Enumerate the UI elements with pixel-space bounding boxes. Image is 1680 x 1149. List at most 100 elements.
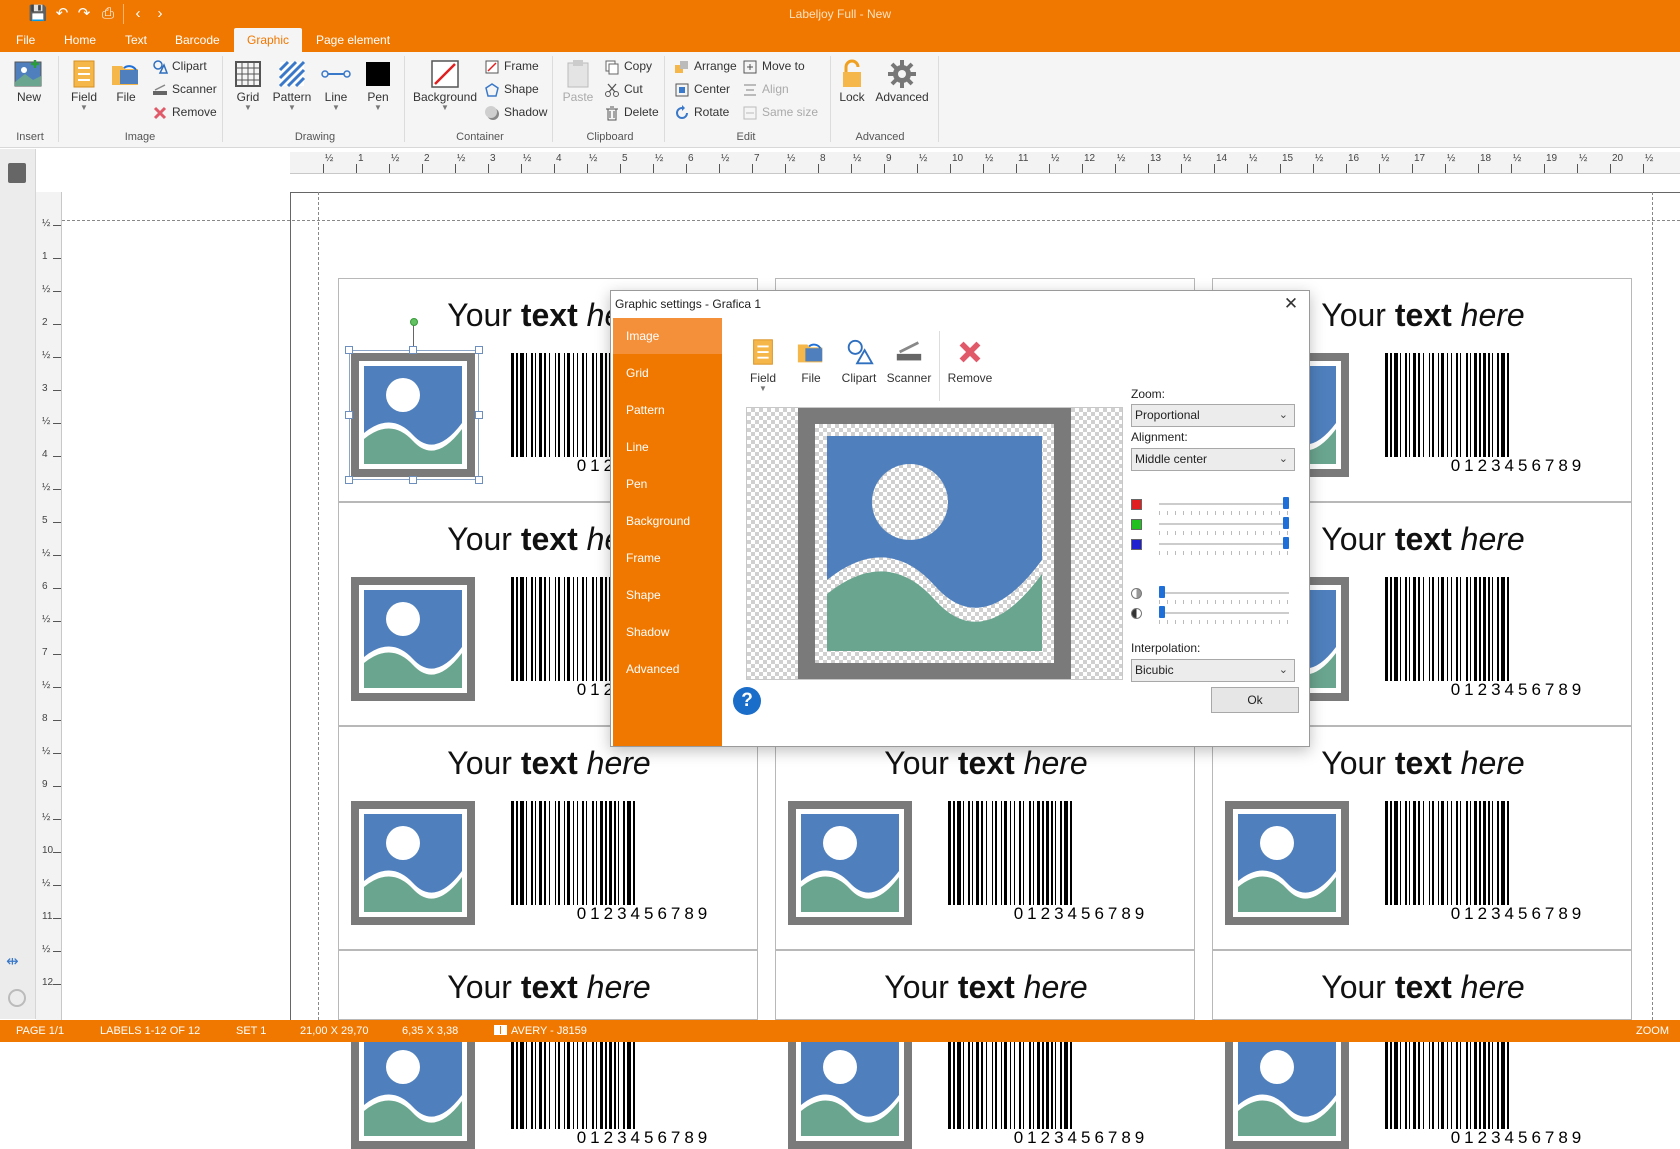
label-text[interactable]: Your text here [1213, 969, 1633, 1006]
dialog-scanner-button[interactable]: Scanner [885, 337, 933, 385]
label-barcode[interactable]: 0123456789 [1385, 577, 1611, 701]
dialog-remove-button[interactable]: Remove [945, 337, 995, 385]
label-image[interactable] [351, 577, 475, 701]
rotate-button[interactable]: Rotate [674, 102, 729, 122]
same-size-button[interactable]: Same size [742, 102, 818, 122]
label-text[interactable]: Your text here [339, 969, 759, 1006]
tab-home[interactable]: Home [54, 28, 106, 52]
resize-handle[interactable] [475, 346, 483, 354]
dialog-clipart-button[interactable]: Clipart [837, 337, 881, 385]
label-text[interactable]: Your text here [776, 745, 1196, 782]
contrast-slider-thumb[interactable] [1159, 606, 1165, 618]
label-image[interactable] [1225, 801, 1349, 925]
resize-handle[interactable] [345, 476, 353, 484]
shape-button[interactable]: Shape [484, 79, 539, 99]
label-text[interactable]: Your text here [339, 745, 759, 782]
label-barcode[interactable]: 0123456789 [1385, 1025, 1611, 1149]
lock-button[interactable]: Lock [834, 58, 870, 104]
label-cell[interactable]: Your text here0123456789 [775, 950, 1195, 1020]
field-button[interactable]: Field ▼ [66, 58, 102, 112]
delete-button[interactable]: Delete [604, 102, 659, 122]
center-button[interactable]: Center [674, 79, 730, 99]
resize-handle[interactable] [409, 476, 417, 484]
plugin-icon[interactable]: ⇹ [6, 954, 28, 969]
alignment-select[interactable]: Middle center ⌄ [1131, 448, 1295, 471]
move-to-button[interactable]: Move to [742, 56, 805, 76]
advanced-button[interactable]: Advanced [874, 58, 930, 104]
resize-handle[interactable] [409, 346, 417, 354]
dialog-nav-shape[interactable]: Shape [613, 577, 722, 613]
new-button[interactable]: New [10, 58, 48, 104]
cut-button[interactable]: Cut [604, 79, 643, 99]
label-cell[interactable]: Your text here 0123456789 [1212, 726, 1632, 950]
shadow-button[interactable]: Shadow [484, 102, 547, 122]
resize-handle[interactable] [345, 411, 353, 419]
brightness-slider-thumb[interactable] [1159, 586, 1165, 598]
ok-button[interactable]: Ok [1211, 687, 1299, 713]
dialog-nav-pattern[interactable]: Pattern [613, 392, 722, 428]
dialog-nav-line[interactable]: Line [613, 429, 722, 465]
tab-page-element[interactable]: Page element [306, 28, 400, 52]
panel-toggle-icon[interactable] [8, 163, 26, 183]
paste-button[interactable]: Paste [560, 58, 596, 104]
resize-handle[interactable] [475, 411, 483, 419]
label-text[interactable]: Your text here [1213, 745, 1633, 782]
selection-box[interactable] [349, 350, 479, 480]
label-cell[interactable]: Your text here0123456789 [1212, 950, 1632, 1020]
dialog-nav-image[interactable]: Image [613, 318, 722, 354]
frame-button[interactable]: Frame [484, 56, 539, 76]
sync-icon[interactable] [8, 989, 26, 1007]
label-barcode[interactable]: 0123456789 [948, 1025, 1174, 1149]
grid-button[interactable]: Grid ▼ [230, 58, 266, 112]
label-image[interactable] [788, 1025, 912, 1149]
dialog-field-button[interactable]: Field ▼ [743, 337, 783, 393]
blue-slider-thumb[interactable] [1283, 537, 1289, 549]
dialog-nav-pen[interactable]: Pen [613, 466, 722, 502]
pen-button[interactable]: Pen ▼ [360, 58, 396, 112]
dialog-nav-advanced[interactable]: Advanced [613, 651, 722, 687]
dialog-nav-background[interactable]: Background [613, 503, 722, 539]
line-button[interactable]: Line ▼ [318, 58, 354, 112]
label-image[interactable] [788, 801, 912, 925]
tab-graphic[interactable]: Graphic [234, 28, 303, 52]
tab-barcode[interactable]: Barcode [165, 28, 230, 52]
resize-handle[interactable] [475, 476, 483, 484]
label-image[interactable] [1225, 1025, 1349, 1149]
dialog-nav-grid[interactable]: Grid [613, 355, 722, 391]
label-image[interactable] [351, 801, 475, 925]
status-template[interactable]: AVERY - J8159 [494, 1020, 587, 1042]
green-slider-thumb[interactable] [1283, 517, 1289, 529]
dialog-nav-shadow[interactable]: Shadow [613, 614, 722, 650]
red-slider-thumb[interactable] [1283, 497, 1289, 509]
tab-file[interactable]: File [6, 28, 45, 52]
zoom-select[interactable]: Proportional ⌄ [1131, 404, 1295, 427]
status-zoom[interactable]: ZOOM [1636, 1020, 1669, 1042]
label-barcode[interactable]: 0123456789 [511, 1025, 737, 1149]
label-cell[interactable]: Your text here 0123456789 [775, 726, 1195, 950]
remove-button[interactable]: Remove [152, 102, 217, 122]
label-image[interactable] [351, 1025, 475, 1149]
dialog-nav-frame[interactable]: Frame [613, 540, 722, 576]
close-button[interactable]: ✕ [1281, 294, 1301, 314]
label-cell[interactable]: Your text here 0123456789 [338, 726, 758, 950]
arrange-button[interactable]: Arrange [674, 56, 737, 76]
clipart-button[interactable]: Clipart [152, 56, 207, 76]
label-barcode[interactable]: 0123456789 [948, 801, 1174, 925]
interpolation-select[interactable]: Bicubic ⌄ [1131, 659, 1295, 682]
rotation-handle[interactable] [410, 318, 418, 326]
align-button[interactable]: Align [742, 79, 789, 99]
file-button[interactable]: File [108, 58, 144, 104]
background-button[interactable]: Background ▼ [410, 58, 480, 112]
label-barcode[interactable]: 0123456789 [1385, 801, 1611, 925]
label-text[interactable]: Your text here [776, 969, 1196, 1006]
pattern-button[interactable]: Pattern ▼ [272, 58, 312, 112]
dialog-file-button[interactable]: File [791, 337, 831, 385]
label-barcode[interactable]: 0123456789 [511, 801, 737, 925]
tab-text[interactable]: Text [115, 28, 157, 52]
copy-button[interactable]: Copy [604, 56, 652, 76]
scanner-button[interactable]: Scanner [152, 79, 217, 99]
resize-handle[interactable] [345, 346, 353, 354]
label-barcode[interactable]: 0123456789 [1385, 353, 1611, 477]
help-button[interactable]: ? [733, 687, 761, 715]
label-cell[interactable]: Your text here0123456789 [338, 950, 758, 1020]
